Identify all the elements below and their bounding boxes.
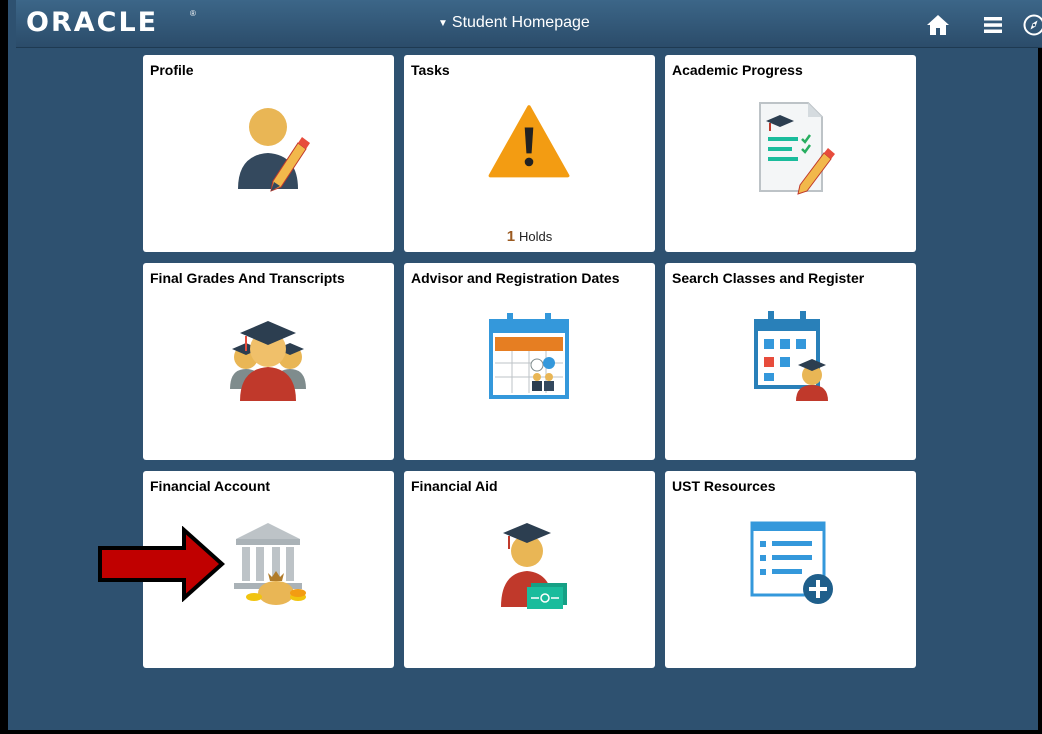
tile-title: Profile [150,62,194,78]
holds-count: 1 Holds [404,228,655,245]
graduate-money-icon [501,523,567,609]
bank-icon [234,523,306,605]
academic-progress-icon [759,102,835,195]
holds-label: Holds [519,229,553,244]
class-calendar-icon [754,311,828,401]
graduates-icon [230,321,306,401]
tile-title: Academic Progress [672,62,803,78]
warning-icon [488,105,570,178]
resource-list-icon [750,521,833,604]
tile-profile[interactable]: Profile [143,55,394,252]
calendar-advisor-icon [489,313,569,399]
tile-title: UST Resources [672,478,776,494]
tile-title: Financial Aid [411,478,498,494]
tile-title: Tasks [411,62,450,78]
tile-title: Final Grades And Transcripts [150,270,345,286]
red-arrow-icon [98,526,225,602]
tile-tasks[interactable]: Tasks 1 Holds [404,55,655,252]
tile-title: Financial Account [150,478,271,494]
registered-mark: ® [190,9,196,18]
page-selector[interactable]: ▼ Student Homepage [438,14,590,32]
actions-menu-icon[interactable] [978,10,1008,40]
tile-advisor-registration[interactable]: Advisor and Registration Dates [404,263,655,460]
app-frame: ORACLE ® ▼ Student Homepage Profile Task… [0,0,1042,734]
holds-number: 1 [506,228,516,245]
tile-title: Search Classes and Register [672,270,865,286]
tile-financial-aid[interactable]: Financial Aid [404,471,655,668]
tile-ust-resources[interactable]: UST Resources [665,471,916,668]
profile-icon [238,108,310,192]
tile-title: Advisor and Registration Dates [411,270,620,286]
tile-final-grades[interactable]: Final Grades And Transcripts [143,263,394,460]
oracle-logo: ORACLE [26,7,159,38]
top-banner: ORACLE ® ▼ Student Homepage [16,0,1042,48]
caret-down-icon: ▼ [438,17,448,29]
page-selector-label: Student Homepage [451,14,590,31]
home-icon[interactable] [923,10,953,40]
navbar-icon[interactable] [1019,10,1042,40]
tile-academic-progress[interactable]: Academic Progress [665,55,916,252]
tile-search-classes[interactable]: Search Classes and Register [665,263,916,460]
